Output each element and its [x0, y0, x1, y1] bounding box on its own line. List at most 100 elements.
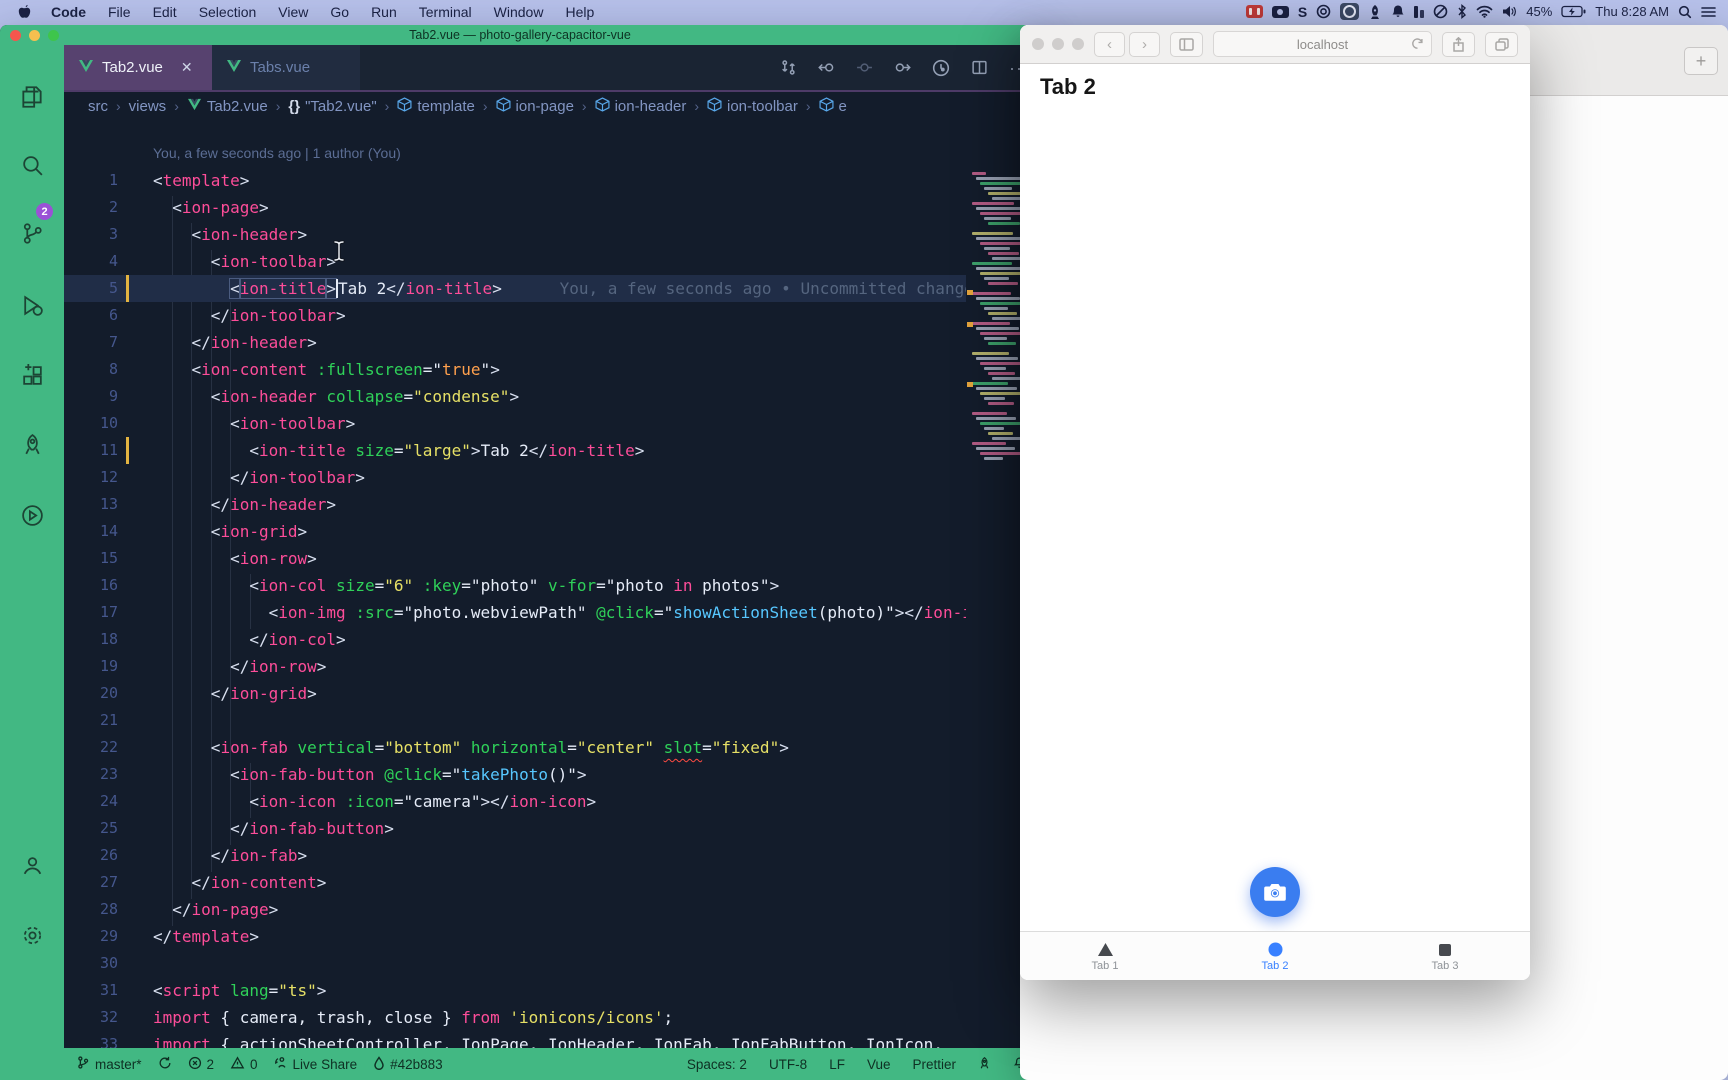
- status-item-0[interactable]: 0: [230, 1056, 258, 1073]
- record-circle-icon[interactable]: [1316, 3, 1331, 21]
- menu-item-view[interactable]: View: [267, 4, 319, 20]
- breadcrumb-item[interactable]: views: [129, 98, 167, 115]
- split-editor-icon[interactable]: [971, 59, 988, 76]
- status-item-lf[interactable]: LF: [829, 1057, 845, 1072]
- new-tab-button[interactable]: +: [1684, 47, 1718, 75]
- status-item-vue[interactable]: Vue: [867, 1057, 891, 1072]
- extensions-icon[interactable]: [0, 351, 64, 399]
- code-line-18[interactable]: 18 </ion-col>: [64, 626, 1040, 653]
- code-line-15[interactable]: 15 <ion-row>: [64, 545, 1040, 572]
- breadcrumb-item[interactable]: ion-header: [595, 97, 687, 116]
- code-line-23[interactable]: 23 <ion-fab-button @click="takePhoto()">: [64, 761, 1040, 788]
- menu-item-help[interactable]: Help: [554, 4, 605, 20]
- settings-gear-icon[interactable]: [0, 911, 64, 959]
- share-button[interactable]: [1442, 32, 1475, 57]
- volume-icon[interactable]: [1502, 3, 1517, 21]
- active-app-menu-icon[interactable]: [1340, 3, 1359, 21]
- code-line-7[interactable]: 7 </ion-header>: [64, 329, 1040, 356]
- code-line-4[interactable]: 4 <ion-toolbar>: [64, 248, 1040, 275]
- tab-tabs-vue[interactable]: Tabs.vue: [212, 45, 360, 90]
- code-line-24[interactable]: 24 <ion-icon :icon="camera"></ion-icon>: [64, 788, 1040, 815]
- screen-recording-icon[interactable]: [1246, 3, 1263, 21]
- minimize-window-button[interactable]: [29, 30, 40, 41]
- tab-close-icon[interactable]: ✕: [181, 59, 193, 76]
- source-control-icon[interactable]: 2: [0, 209, 64, 257]
- code-line-21[interactable]: 21: [64, 707, 1040, 734]
- previous-change-icon[interactable]: [818, 59, 835, 76]
- app-tab-tab-3[interactable]: Tab 3: [1360, 932, 1530, 980]
- status-item-live-share[interactable]: Live Share: [274, 1056, 358, 1073]
- open-changes-icon[interactable]: [780, 59, 797, 76]
- test-explorer-icon[interactable]: [0, 491, 64, 539]
- next-change-icon[interactable]: [894, 59, 911, 76]
- breadcrumb-item[interactable]: {}"Tab2.vue": [288, 98, 376, 115]
- code-line-13[interactable]: 13 </ion-header>: [64, 491, 1040, 518]
- apple-menu-icon[interactable]: [10, 3, 40, 21]
- menu-item-go[interactable]: Go: [319, 4, 360, 20]
- code-line-26[interactable]: 26 </ion-fab>: [64, 842, 1040, 869]
- sidebar-toggle-button[interactable]: [1170, 32, 1203, 57]
- menu-item-run[interactable]: Run: [360, 4, 408, 20]
- status-item-spaces-2[interactable]: Spaces: 2: [687, 1057, 747, 1072]
- menu-item-file[interactable]: File: [97, 4, 142, 20]
- codelens-authors[interactable]: You, a few seconds ago | 1 author (You): [64, 140, 1040, 167]
- window-tiling-icon[interactable]: [1414, 3, 1424, 21]
- camera-menu-icon[interactable]: [1272, 3, 1289, 21]
- menu-item-edit[interactable]: Edit: [142, 4, 188, 20]
- code-line-6[interactable]: 6 </ion-toolbar>: [64, 302, 1040, 329]
- code-line-10[interactable]: 10 <ion-toolbar>: [64, 410, 1040, 437]
- camera-fab-button[interactable]: [1250, 867, 1300, 917]
- code-line-28[interactable]: 28 </ion-page>: [64, 896, 1040, 923]
- control-center-icon[interactable]: [1701, 3, 1716, 21]
- shortcat-icon[interactable]: S: [1298, 3, 1307, 21]
- menu-item-selection[interactable]: Selection: [188, 4, 268, 20]
- code-line-25[interactable]: 25 </ion-fab-button>: [64, 815, 1040, 842]
- menu-item-terminal[interactable]: Terminal: [408, 4, 483, 20]
- code-line-32[interactable]: 32import { camera, trash, close } from '…: [64, 1004, 1040, 1031]
- search-icon[interactable]: [0, 141, 64, 189]
- forward-button[interactable]: ›: [1129, 32, 1160, 57]
- breadcrumb-item[interactable]: ion-toolbar: [707, 97, 798, 116]
- zoom-window-button[interactable]: [48, 30, 59, 41]
- code-line-33[interactable]: 33import { actionSheetController, IonPag…: [64, 1031, 1040, 1048]
- status-item-rocket[interactable]: [978, 1056, 991, 1073]
- code-line-12[interactable]: 12 </ion-toolbar>: [64, 464, 1040, 491]
- breadcrumb-item[interactable]: template: [397, 97, 475, 116]
- zoom-window-button[interactable]: [1072, 38, 1084, 50]
- do-not-disturb-icon[interactable]: [1433, 3, 1448, 21]
- code-line-29[interactable]: 29</template>: [64, 923, 1040, 950]
- app-tab-tab-2[interactable]: Tab 2: [1190, 932, 1360, 980]
- code-editor[interactable]: You, a few seconds ago | 1 author (You) …: [64, 140, 1040, 1048]
- code-line-19[interactable]: 19 </ion-row>: [64, 653, 1040, 680]
- remote-rocket-icon[interactable]: [0, 421, 64, 469]
- breadcrumb[interactable]: src›views›Tab2.vue›{}"Tab2.vue"›template…: [64, 90, 1040, 120]
- code-line-27[interactable]: 27 </ion-content>: [64, 869, 1040, 896]
- breadcrumb-item[interactable]: Tab2.vue: [187, 98, 268, 115]
- code-line-3[interactable]: 3 <ion-header>: [64, 221, 1040, 248]
- code-line-2[interactable]: 2 <ion-page>: [64, 194, 1040, 221]
- spotlight-icon[interactable]: [1678, 3, 1692, 21]
- code-line-9[interactable]: 9 <ion-header collapse="condense">: [64, 383, 1040, 410]
- app-tab-tab-1[interactable]: Tab 1: [1020, 932, 1190, 980]
- bell-menu-icon[interactable]: [1391, 3, 1405, 21]
- code-line-8[interactable]: 8 <ion-content :fullscreen="true">: [64, 356, 1040, 383]
- account-icon[interactable]: [0, 841, 64, 889]
- code-line-16[interactable]: 16 <ion-col size="6" :key="photo" v-for=…: [64, 572, 1040, 599]
- run-debug-icon[interactable]: [0, 281, 64, 329]
- wifi-icon[interactable]: [1476, 3, 1493, 21]
- timeline-icon[interactable]: [932, 59, 950, 77]
- code-line-31[interactable]: 31<script lang="ts">: [64, 977, 1040, 1004]
- status-item-prettier[interactable]: Prettier: [912, 1057, 956, 1072]
- code-line-14[interactable]: 14 <ion-grid>: [64, 518, 1040, 545]
- back-button[interactable]: ‹: [1094, 32, 1125, 57]
- code-line-11[interactable]: 11 <ion-title size="large">Tab 2</ion-ti…: [64, 437, 1040, 464]
- code-line-22[interactable]: 22 <ion-fab vertical="bottom" horizontal…: [64, 734, 1040, 761]
- bluetooth-icon[interactable]: [1457, 3, 1467, 21]
- status-item--42b883[interactable]: #42b883: [373, 1056, 443, 1073]
- status-item-2[interactable]: 2: [188, 1056, 215, 1073]
- code-line-1[interactable]: 1<template>: [64, 167, 1040, 194]
- rocket-menu-icon[interactable]: [1368, 3, 1382, 21]
- tab-overview-button[interactable]: [1485, 32, 1518, 57]
- minimize-window-button[interactable]: [1052, 38, 1064, 50]
- status-item-sync[interactable]: [158, 1056, 172, 1073]
